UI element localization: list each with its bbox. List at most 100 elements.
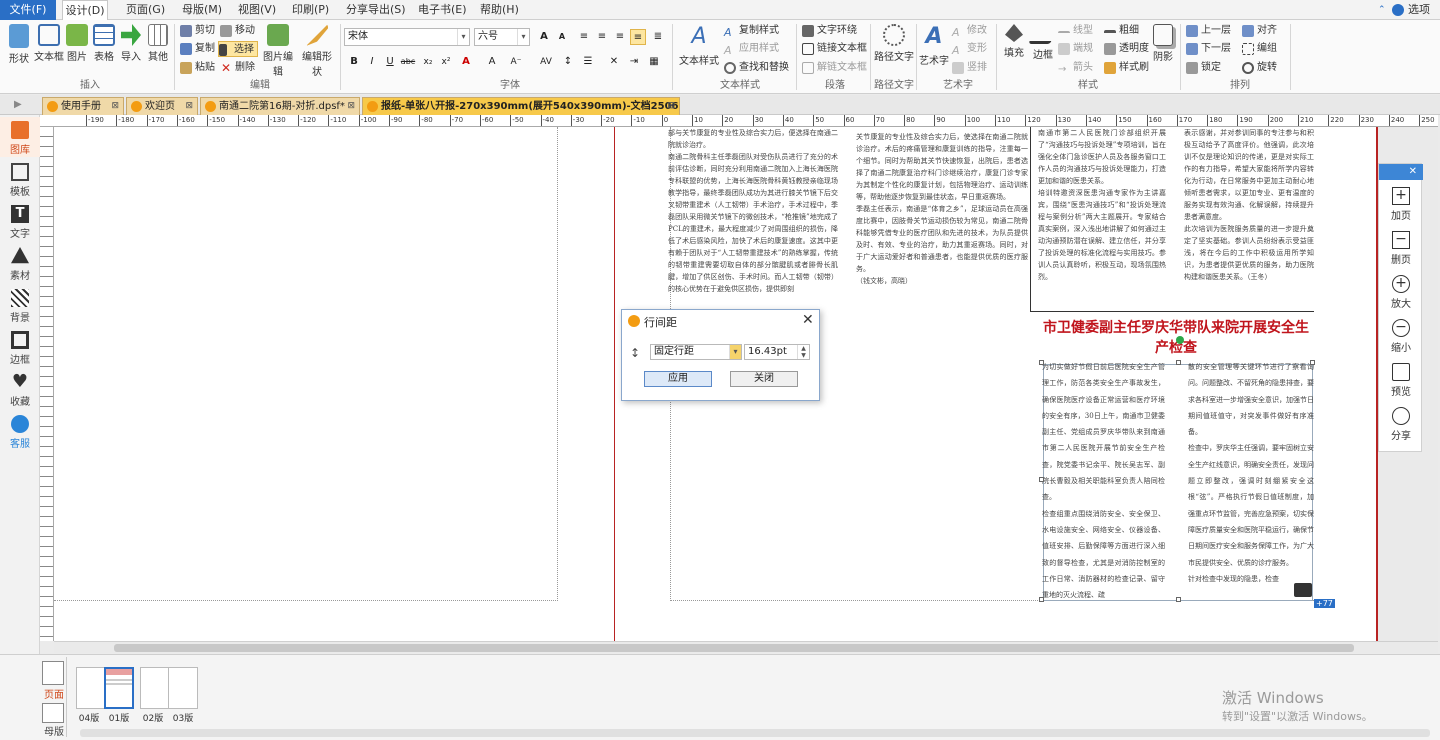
article-column-4[interactable]: 表示感谢，并对参训同事的专注参与和积极互动给予了高度评价。他强调，此次培训不仅是… bbox=[1184, 127, 1314, 307]
sidebar-item-gallery[interactable]: 图库 bbox=[0, 117, 40, 157]
copy-button[interactable]: 复制 bbox=[180, 41, 215, 57]
shape-edit-button[interactable]: 编辑形状 bbox=[298, 22, 336, 82]
other-button[interactable]: 其他 bbox=[146, 22, 170, 82]
master-tab[interactable]: 母版 bbox=[44, 723, 64, 738]
art-text-button[interactable]: A 艺术字 bbox=[918, 22, 950, 82]
master-tab-icon[interactable] bbox=[42, 703, 64, 723]
char-spacing-button[interactable]: A⁻ bbox=[508, 54, 524, 70]
sidebar-item-text[interactable]: T 文字 bbox=[0, 201, 40, 241]
close-icon[interactable]: ⊠ bbox=[667, 98, 675, 115]
shrink-font-button[interactable]: A bbox=[554, 29, 570, 45]
close-icon[interactable]: ✕ bbox=[1379, 164, 1423, 180]
close-icon[interactable]: ⊠ bbox=[111, 98, 119, 115]
article-column-2[interactable]: 关节康复的专业性及综合实力后，使选择在南通二院就诊治疗。术后的疼痛管理和康复训练… bbox=[856, 131, 1028, 301]
grow-font-button[interactable]: A bbox=[536, 29, 552, 45]
unlink-textbox-button[interactable]: 解链文本框 bbox=[802, 60, 867, 76]
strikethrough-button[interactable]: abc bbox=[400, 54, 416, 70]
stepper-icon[interactable]: ▲ ▼ bbox=[797, 345, 809, 359]
italic-button[interactable]: I bbox=[364, 54, 380, 70]
link-overflow-icon[interactable] bbox=[1294, 583, 1312, 597]
underline-button[interactable]: U bbox=[382, 54, 398, 70]
apply-button[interactable]: 应用 bbox=[644, 371, 712, 387]
superscript-button[interactable]: x² bbox=[438, 54, 454, 70]
resize-handle[interactable] bbox=[1039, 360, 1044, 365]
close-icon[interactable]: ✕ bbox=[802, 312, 814, 328]
sidebar-item-background[interactable]: 背景 bbox=[0, 285, 40, 325]
char-grid-button[interactable]: ▦ bbox=[646, 54, 662, 70]
font-color-button[interactable]: A bbox=[458, 54, 474, 70]
move-button[interactable]: 移动 bbox=[220, 23, 255, 39]
menu-file[interactable]: 文件(F) bbox=[0, 0, 56, 20]
close-icon[interactable]: ⊠ bbox=[347, 98, 355, 115]
line-type-button[interactable]: 线型 bbox=[1058, 23, 1093, 39]
menu-design[interactable]: 设计(D) bbox=[62, 0, 108, 20]
text-style-button[interactable]: A 文本样式 bbox=[678, 22, 720, 82]
options-icon[interactable] bbox=[1392, 4, 1404, 16]
thumb-page-03[interactable] bbox=[168, 667, 198, 709]
font-family-select[interactable]: 宋体 ▾ bbox=[344, 28, 470, 46]
send-backward-button[interactable]: 下一层 bbox=[1186, 41, 1231, 57]
textbox-button[interactable]: 文本框 bbox=[34, 22, 64, 82]
resize-handle[interactable] bbox=[1176, 360, 1181, 365]
menu-view[interactable]: 视图(V) bbox=[238, 0, 276, 20]
line-spacing-button[interactable]: ↕ bbox=[560, 54, 576, 70]
art-deform-button[interactable]: A 变形 bbox=[952, 41, 987, 57]
add-page-button[interactable]: + 加页 bbox=[1379, 184, 1423, 228]
spacing-value-input[interactable]: 16.43pt ▲ ▼ bbox=[744, 344, 810, 360]
endpoint-button[interactable]: 端规 bbox=[1058, 41, 1093, 57]
collapse-icon[interactable]: ⌃ bbox=[1378, 0, 1386, 20]
link-textbox-button[interactable]: 链接文本框 bbox=[802, 41, 867, 57]
import-button[interactable]: 导入 bbox=[120, 22, 142, 82]
fill-button[interactable]: 填充 bbox=[1000, 22, 1028, 82]
shadow-button[interactable]: 阴影 bbox=[1150, 22, 1176, 82]
transparency-button[interactable]: 透明度 bbox=[1104, 41, 1149, 57]
thickness-button[interactable]: 粗细 bbox=[1104, 23, 1139, 39]
rotate-button[interactable]: 旋转 bbox=[1242, 60, 1277, 76]
highlight-button[interactable]: A bbox=[484, 54, 500, 70]
news-column-right[interactable]: 散的安全管理等关键环节进行了察看询问。问题整改、不留死角的隐患排查，要求各科室进… bbox=[1188, 359, 1314, 601]
horizontal-scrollbar[interactable] bbox=[54, 641, 1438, 653]
align-left-button[interactable]: ≡ bbox=[576, 29, 592, 45]
preview-button[interactable]: 预览 bbox=[1379, 360, 1423, 404]
menu-page[interactable]: 页面(G) bbox=[126, 0, 165, 20]
scrollbar-thumb[interactable] bbox=[114, 644, 1354, 652]
align-button[interactable]: 对齐 bbox=[1242, 23, 1277, 39]
share-button[interactable]: 分享 bbox=[1379, 404, 1423, 448]
art-modify-button[interactable]: A 修改 bbox=[952, 23, 987, 39]
bring-forward-button[interactable]: 上一层 bbox=[1186, 23, 1231, 39]
menu-ebook[interactable]: 电子书(E) bbox=[418, 0, 467, 20]
news-column-left[interactable]: 为切实做好节假日前后医院安全生产管理工作，防范各类安全生产事故发生，确保医院医疗… bbox=[1042, 359, 1165, 601]
tab-nantong-issue[interactable]: 南通二院第16期-对折.dpsf* ⊠ bbox=[200, 97, 360, 115]
shape-button[interactable]: 形状 bbox=[6, 22, 32, 82]
subscript-button[interactable]: x₂ bbox=[420, 54, 436, 70]
sidebar-item-assets[interactable]: 素材 bbox=[0, 243, 40, 283]
spacing-mode-select[interactable]: 固定行距 ▾ bbox=[650, 344, 742, 360]
article-column-3[interactable]: 南通市第二人民医院门诊部组织开展了“沟通技巧与投诉处理”专项培训，旨在强化全体门… bbox=[1038, 127, 1166, 307]
copy-style-button[interactable]: A 复制样式 bbox=[724, 23, 779, 39]
resize-handle[interactable] bbox=[1039, 477, 1044, 482]
tab-welcome[interactable]: 欢迎页 ⊠ bbox=[126, 97, 198, 115]
page-tab-icon[interactable] bbox=[42, 661, 64, 685]
char-scale-button[interactable]: AV bbox=[538, 54, 554, 70]
resize-handle[interactable] bbox=[1176, 597, 1181, 602]
strip-scrollbar[interactable] bbox=[80, 729, 1430, 737]
rotate-handle[interactable] bbox=[1176, 336, 1184, 344]
menu-print[interactable]: 印刷(P) bbox=[292, 0, 329, 20]
clear-format-button[interactable]: ✕ bbox=[606, 54, 622, 70]
menu-master[interactable]: 母版(M) bbox=[182, 0, 222, 20]
cut-button[interactable]: 剪切 bbox=[180, 23, 215, 39]
justify-button[interactable]: ≡ bbox=[630, 29, 646, 45]
select-button[interactable]: 选择 bbox=[218, 41, 258, 57]
tab-manual[interactable]: 使用手册 ⊠ bbox=[42, 97, 124, 115]
distribute-button[interactable]: ≣ bbox=[650, 29, 666, 45]
tab-newspaper-active[interactable]: 报纸-单张八开报-270x390mm(展开540x390mm)-文档250613… bbox=[362, 97, 680, 115]
find-replace-button[interactable]: 查找和替换 bbox=[724, 60, 789, 76]
image-edit-button[interactable]: 图片编辑 bbox=[260, 22, 296, 82]
options-button[interactable]: 选项 bbox=[1408, 0, 1430, 20]
lock-button[interactable]: 锁定 bbox=[1186, 60, 1221, 76]
art-vertical-button[interactable]: 竖排 bbox=[952, 60, 987, 76]
arrow-button[interactable]: → 箭头 bbox=[1058, 60, 1093, 76]
border-button[interactable]: 边框 bbox=[1028, 22, 1058, 82]
text-wrap-button[interactable]: 文字环绕 bbox=[802, 23, 857, 39]
thumb-page-01-active[interactable] bbox=[104, 667, 134, 709]
